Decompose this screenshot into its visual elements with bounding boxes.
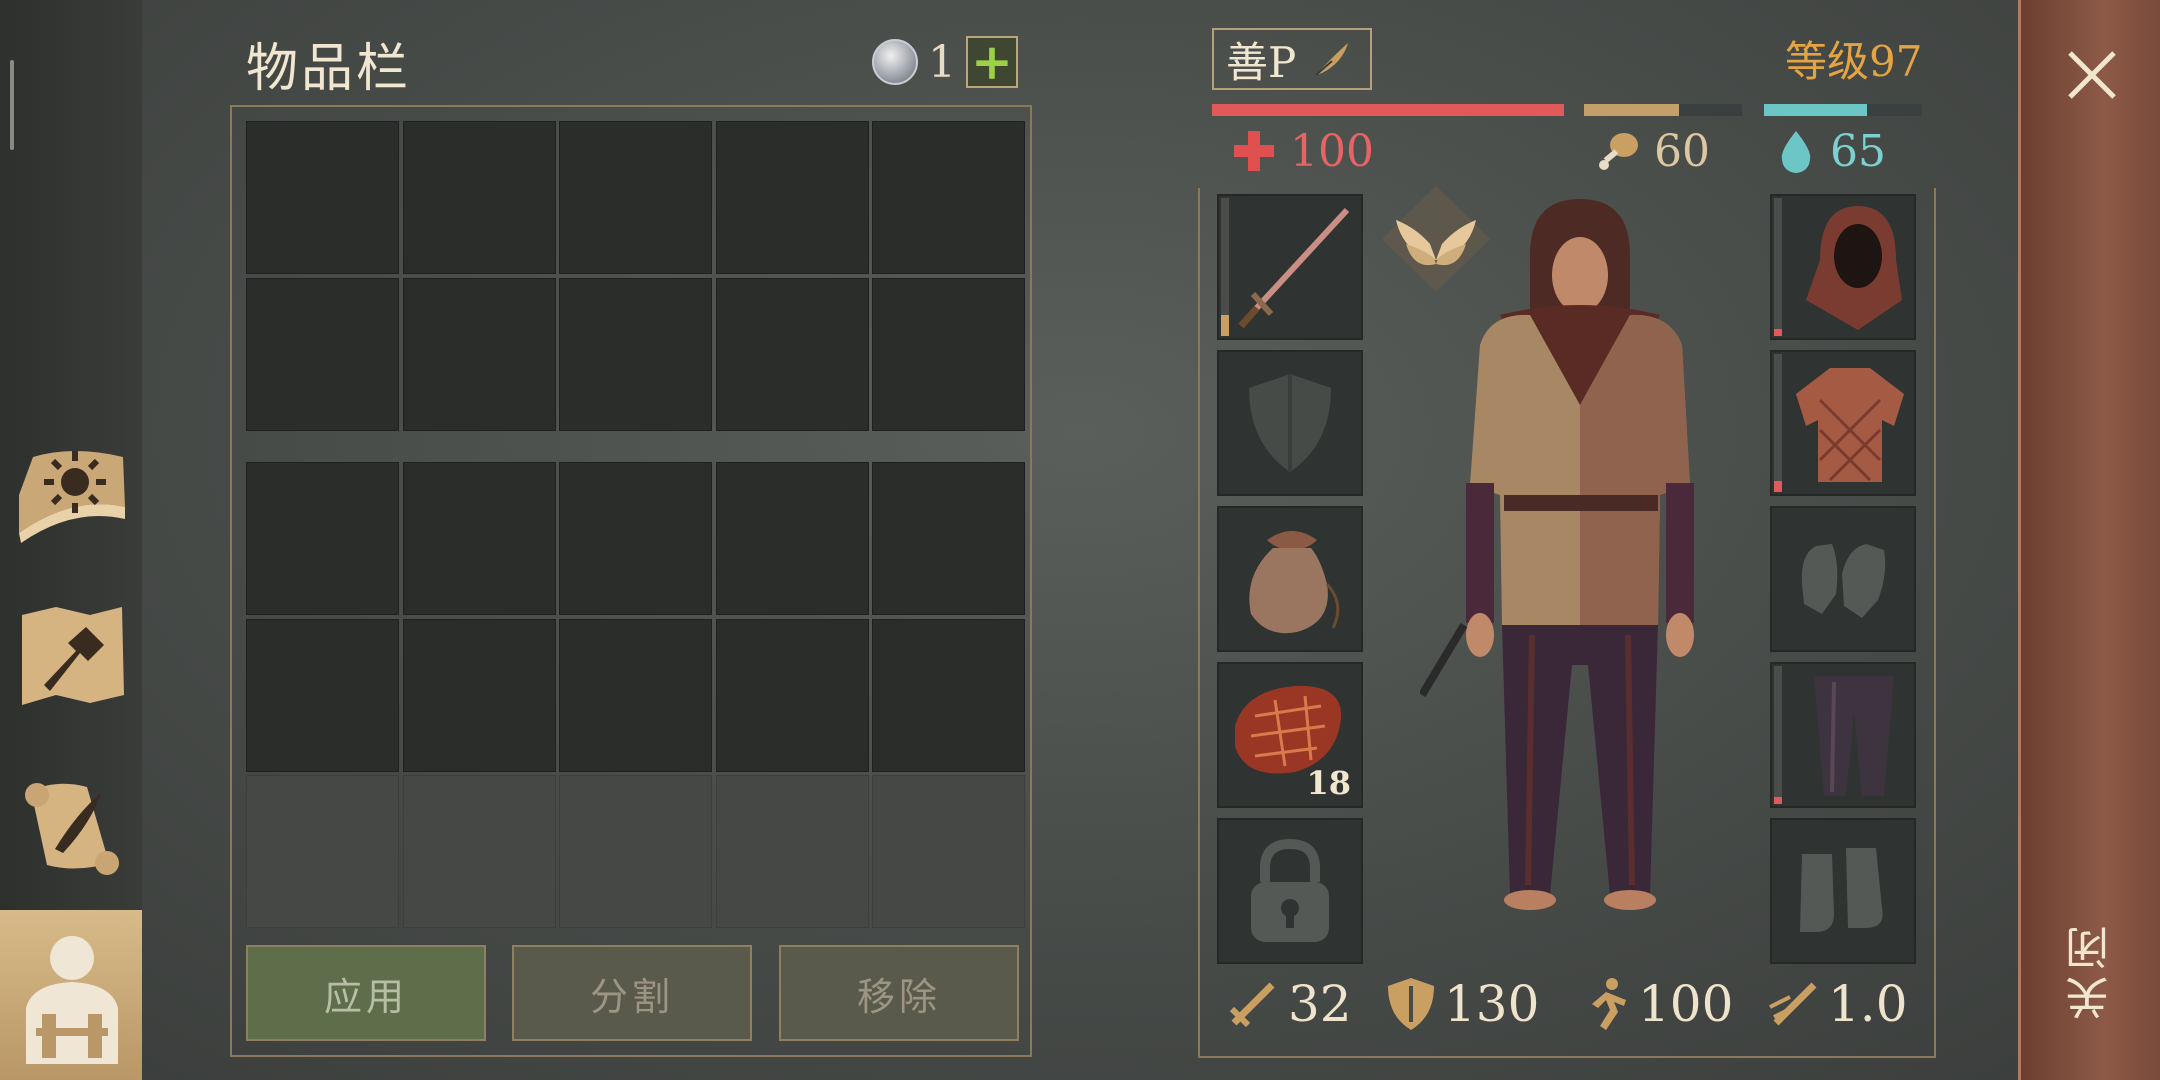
scroll-quill-icon[interactable]	[12, 768, 132, 888]
quick-sword-icon	[1769, 982, 1817, 1026]
hammer-map-icon[interactable]	[12, 598, 132, 718]
speed-stat: 100	[1576, 972, 1733, 1036]
pouch-icon	[1249, 531, 1340, 634]
remove-button[interactable]: 移除	[779, 945, 1019, 1041]
inventory-slot[interactable]	[246, 277, 399, 431]
inventory-slot[interactable]	[559, 462, 712, 615]
speed-value: 100	[1638, 975, 1734, 1033]
red-cross-icon	[1234, 131, 1274, 171]
inventory-slot[interactable]	[402, 121, 556, 274]
feet-slot[interactable]	[1770, 818, 1916, 964]
silver-coin-icon	[872, 39, 918, 85]
character-name: 善P	[1226, 37, 1297, 87]
water-stat: 65	[1776, 122, 1886, 180]
inventory-slot[interactable]	[715, 121, 869, 274]
food-value: 60	[1654, 125, 1710, 177]
weapon-slot[interactable]	[1217, 194, 1363, 340]
boots-icon	[1800, 848, 1883, 932]
character-name-box[interactable]: 善P	[1212, 28, 1372, 90]
inventory-slot[interactable]	[559, 618, 712, 772]
quill-icon	[1315, 43, 1349, 76]
inventory-title: 物品栏	[246, 39, 412, 99]
inventory-slot[interactable]	[715, 277, 869, 431]
item-count: 18	[1306, 764, 1351, 802]
level-label: 等级97	[1785, 37, 1923, 86]
apply-button[interactable]: 应用	[246, 945, 486, 1041]
drumstick-icon	[1599, 133, 1638, 170]
attack-stat: 32	[1226, 972, 1352, 1036]
currency-count: 1	[928, 36, 956, 88]
inventory-slot[interactable]	[246, 618, 399, 772]
inventory-slot[interactable]	[872, 121, 1025, 274]
add-currency-button[interactable]: +	[966, 36, 1018, 88]
pants-icon	[1814, 676, 1894, 796]
hands-slot[interactable]	[1770, 506, 1916, 652]
sword-icon	[1238, 207, 1350, 329]
shield-icon	[1249, 374, 1331, 472]
inventory-slot[interactable]	[872, 277, 1025, 431]
attack-speed-value: 1.0	[1828, 975, 1908, 1033]
inventory-slot[interactable]	[559, 121, 712, 274]
water-drop-icon	[1781, 131, 1811, 173]
shield-stat-icon	[1388, 978, 1434, 1030]
inventory-slot[interactable]	[559, 277, 712, 431]
locked-inventory-slot[interactable]	[246, 775, 399, 928]
gloves-icon	[1801, 544, 1886, 618]
inventory-slot[interactable]	[402, 277, 556, 431]
inventory-slot[interactable]	[246, 121, 399, 274]
close-x-icon[interactable]	[2062, 45, 2122, 105]
locked-inventory-slot[interactable]	[402, 775, 556, 928]
split-button[interactable]: 分割	[512, 945, 752, 1041]
locked-inventory-slot[interactable]	[872, 775, 1025, 928]
armor-value: 130	[1444, 975, 1540, 1033]
quilted-jacket-icon	[1796, 368, 1904, 482]
currency-display: 1 +	[872, 32, 1018, 92]
sidebar-character-tab[interactable]	[0, 910, 142, 1080]
water-bar	[1764, 104, 1922, 116]
hood-icon	[1806, 206, 1902, 330]
head-slot[interactable]	[1770, 194, 1916, 340]
armor-stat: 130	[1386, 972, 1539, 1036]
inventory-slot[interactable]	[715, 462, 869, 615]
locked-slot[interactable]	[1217, 818, 1363, 964]
inventory-slot[interactable]	[246, 462, 399, 615]
shield-slot[interactable]	[1217, 350, 1363, 496]
close-panel[interactable]	[2018, 0, 2160, 1080]
food-stat: 60	[1596, 122, 1710, 180]
health-value: 100	[1290, 125, 1374, 177]
locked-inventory-slot[interactable]	[559, 775, 712, 928]
running-man-icon	[1592, 978, 1626, 1030]
bag-slot[interactable]	[1217, 506, 1363, 652]
inventory-slot[interactable]	[715, 618, 869, 772]
sidebar-handle[interactable]	[10, 60, 14, 150]
inventory-slot[interactable]	[872, 462, 1025, 615]
chest-slot[interactable]	[1770, 350, 1916, 496]
inventory-slot[interactable]	[402, 618, 556, 772]
locked-inventory-slot[interactable]	[715, 775, 869, 928]
water-value: 65	[1830, 125, 1886, 177]
food-bar	[1584, 104, 1742, 116]
food-slot[interactable]: 18	[1217, 662, 1363, 808]
health-bar	[1212, 104, 1564, 116]
legs-slot[interactable]	[1770, 662, 1916, 808]
attack-speed-stat: 1.0	[1766, 972, 1908, 1036]
padlock-icon	[1251, 838, 1329, 942]
inventory-slot[interactable]	[402, 462, 556, 615]
attack-value: 32	[1288, 975, 1352, 1033]
backpack-character-icon	[26, 936, 118, 1064]
close-label[interactable]: 关闭	[2060, 920, 2124, 1020]
inventory-slot[interactable]	[872, 618, 1025, 772]
sun-book-icon[interactable]	[12, 432, 132, 552]
plus-icon: +	[971, 32, 1013, 91]
sword-stat-icon	[1229, 982, 1275, 1028]
health-stat: 100	[1232, 122, 1374, 180]
character-model	[1420, 199, 1694, 910]
